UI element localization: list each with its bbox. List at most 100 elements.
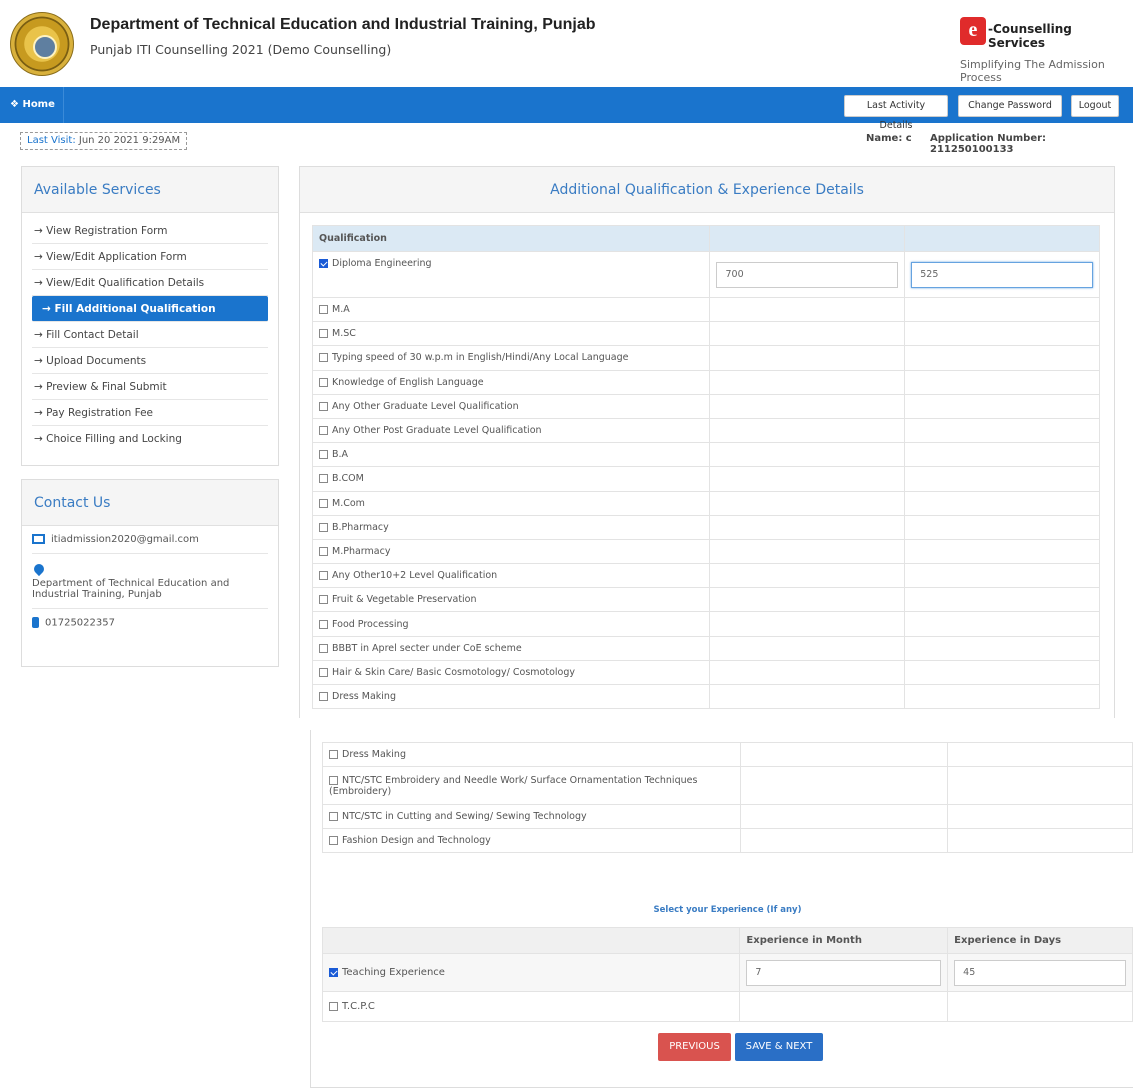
qualification-label: B.Pharmacy	[332, 521, 389, 533]
services-title: Available Services	[22, 167, 278, 213]
checkbox[interactable]	[319, 571, 328, 581]
checkbox[interactable]	[319, 643, 328, 653]
qualification-label: Any Other10+2 Level Qualification	[332, 570, 498, 582]
table-row: B.Pharmacy	[311, 514, 1100, 540]
table-row: Fashion Design and Technology	[322, 828, 1133, 853]
experience-days-input[interactable]: 45	[954, 959, 1126, 986]
previous-button[interactable]: PREVIOUS	[658, 1033, 731, 1061]
sidebar-item-fill-contact-detail[interactable]: → Fill Contact Detail	[32, 322, 268, 348]
qualification-label: Dress Making	[342, 749, 406, 760]
checkbox[interactable]	[319, 595, 328, 605]
sidebar-item-choice-filling-locking[interactable]: → Choice Filling and Locking	[32, 426, 268, 452]
table-row: M.SC	[311, 321, 1100, 347]
last-visit-badge: Last Visit: Jun 20 2021 9:29AM	[20, 132, 188, 150]
contact-email[interactable]: itiadmission2020@gmail.com	[51, 534, 199, 545]
punjab-emblem-logo	[10, 12, 74, 76]
qualification-label: M.Pharmacy	[332, 545, 391, 557]
checkbox[interactable]	[319, 377, 328, 387]
change-password-button[interactable]: Change Password	[958, 95, 1062, 117]
experience-label: Teaching Experience	[342, 967, 445, 978]
map-marker-icon	[31, 561, 47, 577]
table-header-row: Experience in Month Experience in Days	[321, 927, 1133, 954]
marks-obtained-input[interactable]: 525	[911, 261, 1093, 288]
checkbox[interactable]	[329, 775, 338, 785]
last-visit-value: Jun 20 2021 9:29AM	[78, 135, 181, 146]
last-activity-details-button[interactable]: Last Activity Details	[844, 95, 948, 131]
phone-icon	[32, 617, 39, 628]
table-row: Dress Making	[311, 683, 1100, 710]
table-row: Food Processing	[311, 611, 1100, 637]
qualification-label: M.A	[332, 304, 350, 316]
checkbox[interactable]	[329, 836, 338, 845]
qualification-label: Hair & Skin Care/ Basic Cosmotology/ Cos…	[332, 666, 575, 678]
contact-address: Department of Technical Education and In…	[32, 578, 230, 600]
checkbox[interactable]	[319, 474, 328, 484]
checkbox[interactable]	[329, 812, 338, 821]
table-row: Typing speed of 30 w.p.m in English/Hind…	[311, 345, 1100, 371]
table-row: Hair & Skin Care/ Basic Cosmotology/ Cos…	[311, 659, 1100, 686]
sidebar-item-view-edit-qualification-details[interactable]: → View/Edit Qualification Details	[32, 270, 268, 296]
checkbox[interactable]	[319, 329, 328, 339]
page-subtitle: Punjab ITI Counselling 2021 (Demo Counse…	[90, 42, 392, 57]
qualification-label: M.SC	[332, 328, 356, 340]
table-row: Fruit & Vegetable Preservation	[311, 587, 1100, 613]
checkbox[interactable]	[319, 692, 328, 702]
qualification-label: Typing speed of 30 w.p.m in English/Hind…	[332, 352, 629, 364]
top-navbar: ❖ Home Last Activity Details Change Pass…	[0, 87, 1133, 131]
checkbox[interactable]	[319, 619, 328, 629]
page-header: Department of Technical Education and In…	[0, 0, 1133, 86]
checkbox[interactable]	[319, 546, 328, 556]
qualification-label: NTC/STC in Cutting and Sewing/ Sewing Te…	[342, 811, 587, 822]
checkbox[interactable]	[329, 750, 338, 759]
sidebar-item-preview-final-submit[interactable]: → Preview & Final Submit	[32, 374, 268, 400]
services-panel: Available Services → View Registration F…	[21, 166, 279, 466]
sidebar-item-view-edit-application-form[interactable]: → View/Edit Application Form	[32, 244, 268, 270]
table-row: Dress Making	[322, 742, 1133, 767]
qualification-label: M.Com	[332, 497, 365, 509]
checkbox[interactable]	[319, 401, 328, 411]
brand-tagline: Simplifying The Admission Process	[960, 58, 1105, 84]
experience-days-header: Experience in Days	[947, 927, 1133, 954]
application-number: Application Number: 211250100133	[930, 133, 1047, 155]
qualification-label: B.COM	[332, 473, 364, 485]
qualification-label: B.A	[332, 449, 349, 461]
table-row: Knowledge of English Language	[311, 369, 1100, 395]
qualification-label: BBBT in Aprel secter under CoE scheme	[332, 642, 522, 654]
brand-name: -Counselling Services	[988, 22, 1072, 50]
main-title: Additional Qualification & Experience De…	[300, 167, 1114, 213]
qualification-label: NTC/STC Embroidery and Needle Work/ Surf…	[329, 774, 698, 797]
checkbox[interactable]	[319, 450, 328, 460]
sidebar-item-fill-additional-qualification[interactable]: → Fill Additional Qualification	[32, 296, 268, 322]
qualification-table: Qualification Diploma Engineering 700 52…	[311, 225, 1100, 710]
table-row: Any Other10+2 Level Qualification	[311, 563, 1100, 589]
page-title: Department of Technical Education and In…	[90, 16, 596, 33]
sidebar-item-upload-documents[interactable]: → Upload Documents	[32, 348, 268, 374]
checkbox[interactable]	[319, 498, 328, 508]
checkbox[interactable]	[319, 426, 328, 436]
checkbox[interactable]	[329, 1001, 338, 1011]
save-next-button[interactable]: SAVE & NEXT	[735, 1033, 823, 1061]
contact-email-row: itiadmission2020@gmail.com	[32, 526, 268, 554]
table-row: B.COM	[311, 466, 1100, 492]
home-link[interactable]: ❖ Home	[10, 87, 64, 123]
experience-section-title: Select your Experience (If any)	[653, 905, 802, 915]
qualification-label: Any Other Graduate Level Qualification	[332, 400, 519, 412]
marks-total-input[interactable]: 700	[716, 261, 899, 288]
sidebar-item-view-registration-form[interactable]: → View Registration Form	[32, 218, 268, 244]
table-row: B.A	[311, 442, 1100, 468]
experience-months-input[interactable]: 7	[746, 959, 942, 986]
table-row: M.Pharmacy	[311, 538, 1100, 565]
checkbox[interactable]	[319, 667, 328, 677]
logout-button[interactable]: Logout	[1071, 95, 1119, 117]
checkbox[interactable]	[319, 353, 328, 363]
table-row: M.A	[311, 296, 1100, 323]
qualification-label: Fashion Design and Technology	[342, 835, 491, 846]
sidebar-item-pay-registration-fee[interactable]: → Pay Registration Fee	[32, 400, 268, 426]
qualification-header: Qualification	[311, 225, 711, 252]
qualification-label: Any Other Post Graduate Level Qualificat…	[332, 425, 542, 437]
checkbox[interactable]	[319, 305, 328, 315]
checkbox-checked[interactable]	[319, 259, 328, 268]
checkbox[interactable]	[319, 522, 328, 532]
table-header-row: Qualification	[311, 225, 1100, 252]
checkbox-checked[interactable]	[329, 967, 338, 977]
